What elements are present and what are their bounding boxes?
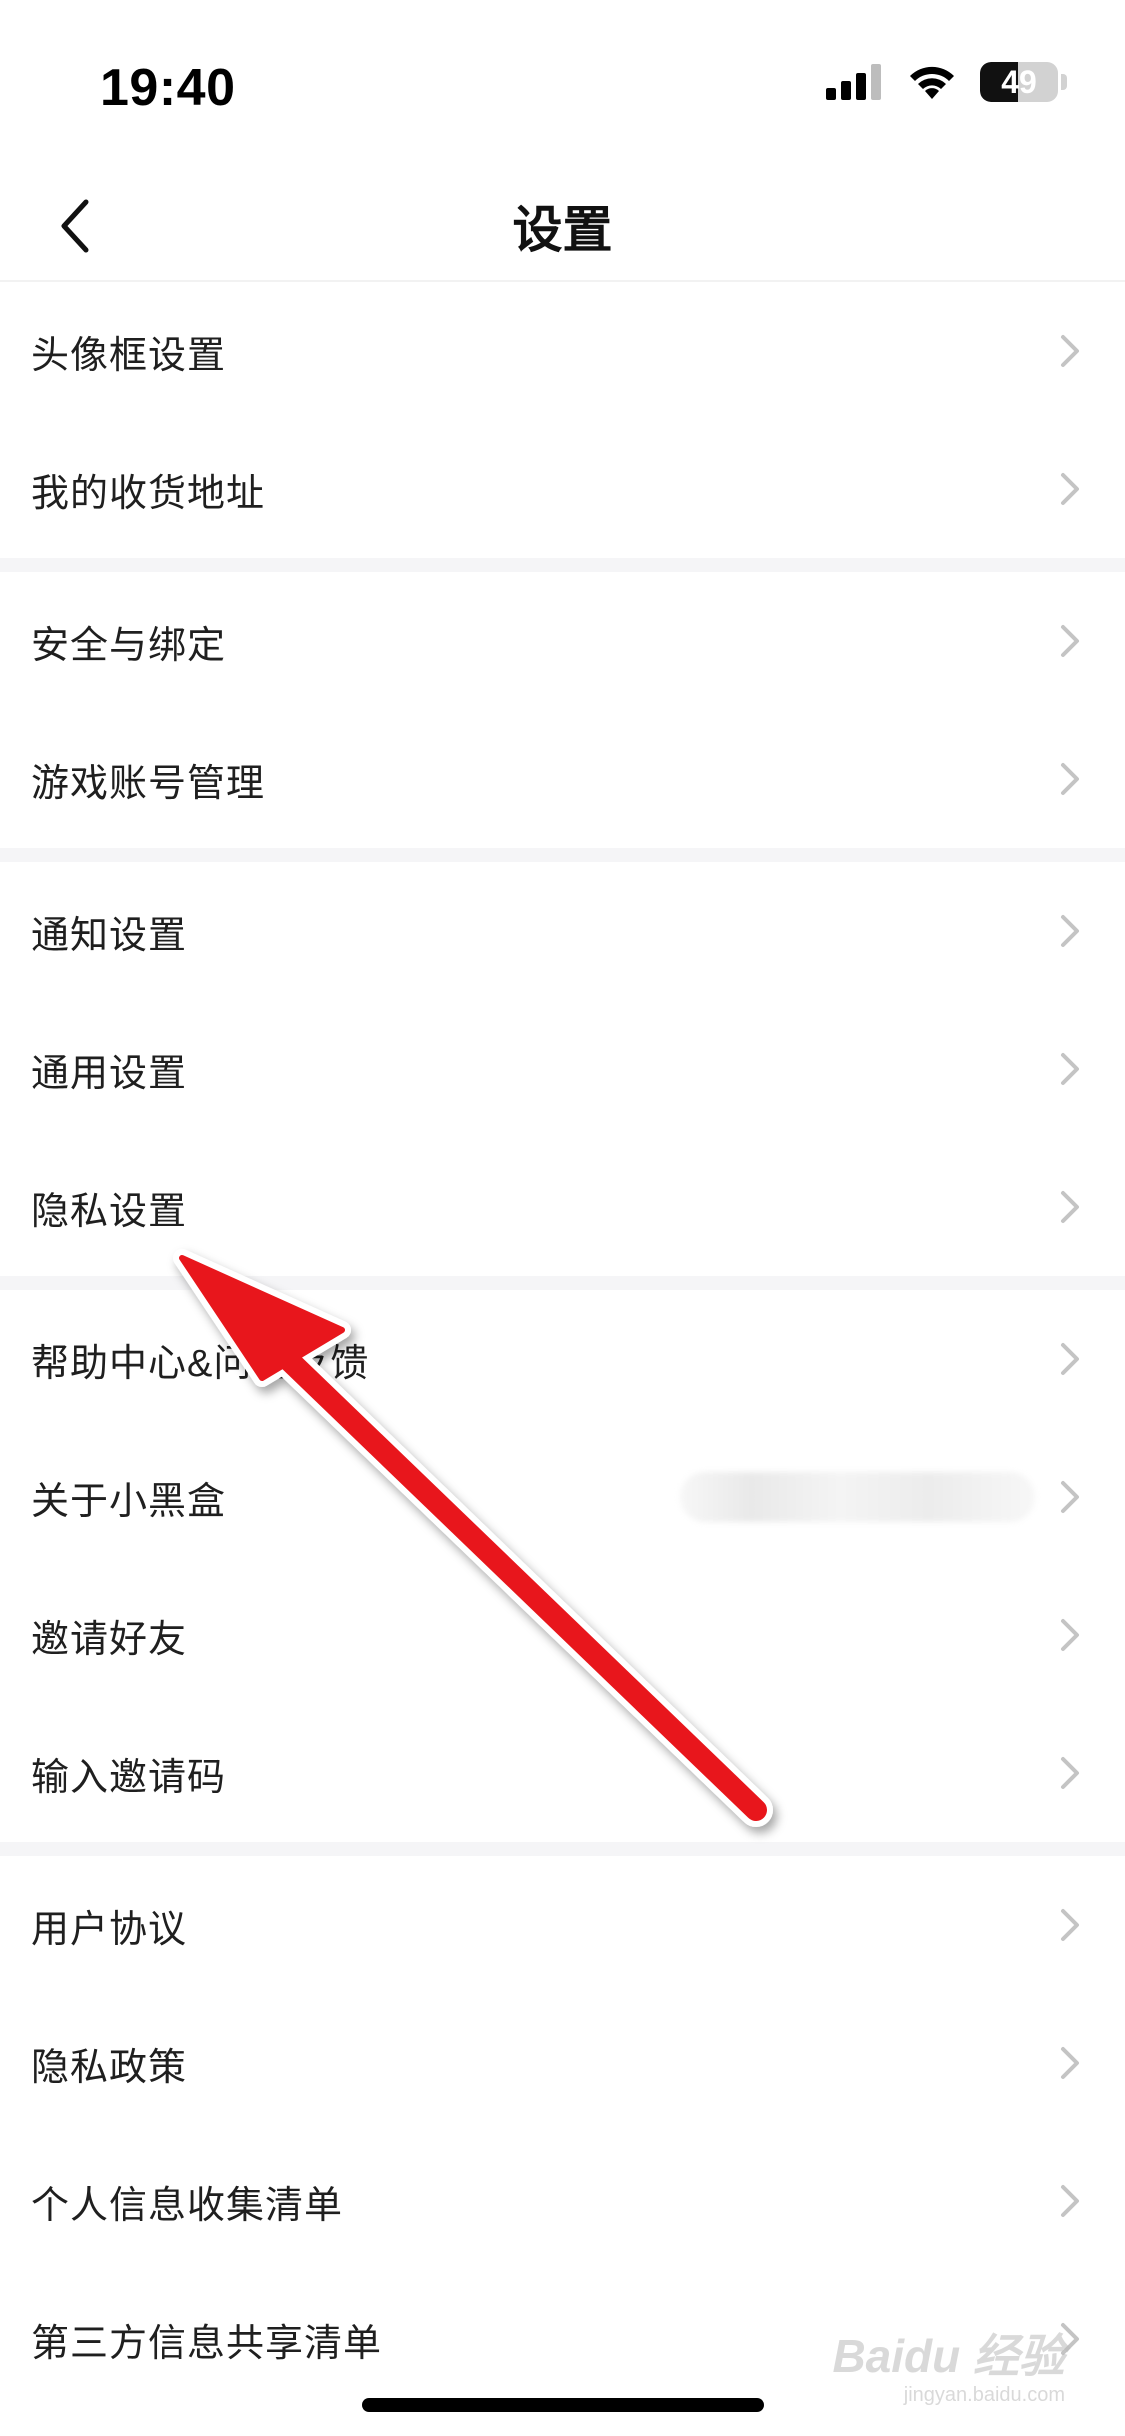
- chevron-right-icon: [1061, 625, 1079, 657]
- chevron-right-icon: [1061, 1619, 1079, 1651]
- chevron-right-icon: [1061, 1909, 1079, 1941]
- watermark-main: Baidu 经验: [832, 2330, 1065, 2382]
- row-label: 通知设置: [31, 914, 188, 957]
- row-label: 隐私设置: [31, 1190, 188, 1233]
- section-divider: [0, 848, 1125, 862]
- wifi-icon: [910, 66, 954, 99]
- chevron-right-icon: [1061, 2185, 1079, 2217]
- row-label: 通用设置: [31, 1052, 188, 1095]
- battery-cap: [1061, 74, 1067, 90]
- battery-icon: 49: [980, 62, 1058, 102]
- settings-row-game-accounts[interactable]: 游戏账号管理: [0, 710, 1125, 848]
- row-label: 隐私政策: [31, 2046, 188, 2089]
- chevron-right-icon: [1061, 473, 1079, 505]
- row-label: 游戏账号管理: [31, 762, 266, 805]
- settings-row-privacy[interactable]: 隐私设置: [0, 1138, 1125, 1276]
- chevron-right-icon: [1061, 1343, 1079, 1375]
- chevron-left-icon: [61, 199, 89, 253]
- settings-list: 头像框设置 我的收货地址 安全与绑定 游戏账号管理 通知设置 通用设置 隐私设置: [0, 282, 1125, 2408]
- settings-row-about[interactable]: 关于小黑盒: [0, 1428, 1125, 1566]
- chevron-right-icon: [1061, 1191, 1079, 1223]
- settings-row-privacy-policy[interactable]: 隐私政策: [0, 1994, 1125, 2132]
- settings-screen: 19:40 49 设置 头像框设置 我的收货地址 安全与绑定 游戏账号管理 通知…: [0, 0, 1125, 2436]
- status-icons: 49: [826, 62, 1067, 102]
- row-label: 输入邀请码: [31, 1756, 227, 1799]
- settings-row-personal-info-list[interactable]: 个人信息收集清单: [0, 2132, 1125, 2270]
- settings-row-help-feedback[interactable]: 帮助中心&问题反馈: [0, 1290, 1125, 1428]
- settings-row-invite-code[interactable]: 输入邀请码: [0, 1704, 1125, 1842]
- row-label: 邀请好友: [31, 1618, 188, 1661]
- chevron-right-icon: [1061, 1053, 1079, 1085]
- status-time: 19:40: [100, 59, 236, 117]
- section-divider: [0, 1276, 1125, 1290]
- row-label: 我的收货地址: [31, 472, 266, 515]
- settings-row-user-agreement[interactable]: 用户协议: [0, 1856, 1125, 1994]
- chevron-right-icon: [1061, 915, 1079, 947]
- row-label: 用户协议: [31, 1908, 188, 1951]
- settings-row-avatar-frame[interactable]: 头像框设置: [0, 282, 1125, 420]
- settings-row-shipping-address[interactable]: 我的收货地址: [0, 420, 1125, 558]
- navigation-bar: 设置: [0, 170, 1125, 282]
- row-label: 个人信息收集清单: [31, 2184, 344, 2227]
- signal-icon: [826, 64, 881, 100]
- section-divider: [0, 1842, 1125, 1856]
- settings-row-notifications[interactable]: 通知设置: [0, 862, 1125, 1000]
- baidu-watermark: Baidu 经验 jingyan.baidu.com: [832, 2320, 1065, 2407]
- row-label: 关于小黑盒: [31, 1480, 227, 1523]
- settings-row-security-binding[interactable]: 安全与绑定: [0, 572, 1125, 710]
- chevron-right-icon: [1061, 763, 1079, 795]
- row-label: 安全与绑定: [31, 624, 227, 667]
- chevron-right-icon: [1061, 1481, 1079, 1513]
- chevron-right-icon: [1061, 335, 1079, 367]
- status-bar: 19:40 49: [0, 0, 1125, 170]
- section-divider: [0, 558, 1125, 572]
- page-title: 设置: [512, 202, 613, 258]
- row-label: 第三方信息共享清单: [31, 2322, 383, 2365]
- blurred-version-value: [680, 1472, 1035, 1522]
- watermark-sub: jingyan.baidu.com: [903, 2384, 1065, 2406]
- settings-row-invite-friends[interactable]: 邀请好友: [0, 1566, 1125, 1704]
- back-button[interactable]: [36, 186, 116, 266]
- row-label: 帮助中心&问题反馈: [31, 1342, 370, 1385]
- battery-level: 49: [1001, 63, 1037, 100]
- home-indicator[interactable]: [362, 2398, 764, 2412]
- chevron-right-icon: [1061, 2047, 1079, 2079]
- settings-row-general[interactable]: 通用设置: [0, 1000, 1125, 1138]
- row-label: 头像框设置: [31, 334, 227, 377]
- chevron-right-icon: [1061, 1757, 1079, 1789]
